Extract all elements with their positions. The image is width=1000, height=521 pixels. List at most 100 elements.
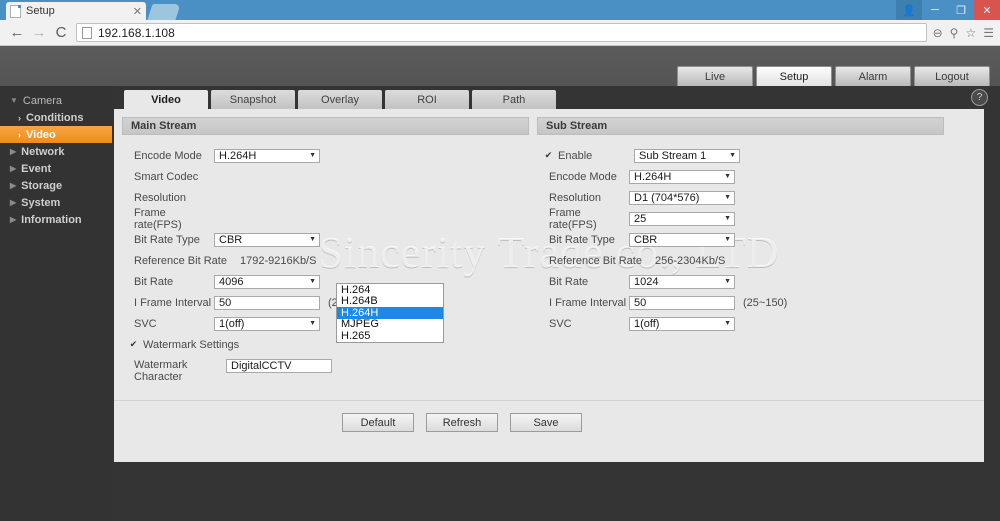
sidebar-item-video[interactable]: › Video xyxy=(0,126,112,143)
tab-roi[interactable]: ROI xyxy=(385,90,469,109)
page-icon xyxy=(82,26,92,39)
tab-title: Setup xyxy=(26,5,55,17)
sidebar-item-network[interactable]: ▶ Network xyxy=(0,143,112,160)
row-svc-main: SVC 1(off) xyxy=(122,313,529,334)
watermark-character-input[interactable]: DigitalCCTV xyxy=(226,359,332,373)
help-icon[interactable]: ? xyxy=(971,89,988,106)
reload-icon[interactable]: C xyxy=(50,24,72,41)
chevron-right-icon: ▶ xyxy=(10,198,17,207)
sub-encode-mode-label: Encode Mode xyxy=(549,170,617,183)
tab-snapshot[interactable]: Snapshot xyxy=(211,90,295,109)
browser-tab[interactable]: Setup ✕ xyxy=(6,2,146,20)
dropdown-option-h264b[interactable]: H.264B xyxy=(337,295,443,307)
nav-tab-live[interactable]: Live xyxy=(677,66,753,86)
nav-tab-alarm[interactable]: Alarm xyxy=(835,66,911,86)
bit-rate-type-select[interactable]: CBR xyxy=(214,232,320,247)
sidebar-item-label: Storage xyxy=(21,179,63,192)
bit-rate-label: Bit Rate xyxy=(134,275,174,288)
sub-reference-bit-rate-label: Reference Bit Rate xyxy=(549,254,642,267)
sub-svc-select[interactable]: 1(off) xyxy=(629,316,735,331)
row-bit-rate-sub: Bit Rate 1024 xyxy=(537,271,944,292)
row-reference-bit-rate-sub: Reference Bit Rate 256-2304Kb/S xyxy=(537,250,944,271)
row-enable-sub: ✔ Enable Sub Stream 1 xyxy=(537,145,944,166)
row-i-frame-main: I Frame Interval 50 (25~150) xyxy=(122,292,529,313)
sub-stream-select[interactable]: Sub Stream 1 xyxy=(634,148,740,163)
sub-bit-rate-select[interactable]: 1024 xyxy=(629,274,735,289)
sidebar-item-system[interactable]: ▶ System xyxy=(0,194,112,211)
row-frame-rate-main: Frame rate(FPS) xyxy=(122,206,529,231)
tab-overlay[interactable]: Overlay xyxy=(298,90,382,109)
watermark-settings-label: Watermark Settings xyxy=(143,338,240,351)
reference-bit-rate-label: Reference Bit Rate xyxy=(134,254,227,267)
sub-bit-rate-type-select[interactable]: CBR xyxy=(629,232,735,247)
sub-encode-mode-select[interactable]: H.264H xyxy=(629,169,735,184)
window-close-icon[interactable]: ✕ xyxy=(974,0,1000,20)
window-controls: 👤 ─ ❐ ✕ xyxy=(896,0,1000,20)
save-button[interactable]: Save xyxy=(510,413,582,432)
sidebar-item-conditions[interactable]: › Conditions xyxy=(0,109,112,126)
row-reference-bit-rate-main: Reference Bit Rate 1792-9216Kb/S xyxy=(122,250,529,271)
dropdown-option-h265[interactable]: H.265 xyxy=(337,330,443,342)
sidebar: ▼ Camera › Conditions › Video ▶ Network … xyxy=(0,86,112,521)
url-text: 192.168.1.108 xyxy=(98,25,175,40)
minimize-icon[interactable]: ─ xyxy=(922,0,948,20)
row-bit-rate-type-sub: Bit Rate Type CBR xyxy=(537,229,944,250)
back-icon[interactable]: ← xyxy=(6,24,28,41)
dropdown-option-mjpeg[interactable]: MJPEG xyxy=(337,318,443,330)
sub-stream-enable-label: Enable xyxy=(558,149,593,162)
user-icon[interactable]: 👤 xyxy=(896,0,922,20)
default-button[interactable]: Default xyxy=(342,413,414,432)
close-icon[interactable]: ✕ xyxy=(133,5,142,18)
sub-stream-enable-checkbox[interactable]: ✔ xyxy=(543,150,554,161)
resolution-label: Resolution xyxy=(134,191,186,204)
maximize-icon[interactable]: ❐ xyxy=(948,0,974,20)
row-bit-rate-type-main: Bit Rate Type CBR xyxy=(122,229,529,250)
nav-tab-logout[interactable]: Logout xyxy=(914,66,990,86)
chevron-right-icon: ▶ xyxy=(10,147,17,156)
watermark-character-label-line2: Character xyxy=(134,371,183,383)
sub-resolution-label: Resolution xyxy=(549,191,601,204)
tab-path[interactable]: Path xyxy=(472,90,556,109)
main-stream-column: Main Stream Encode Mode H.264H Smart Cod… xyxy=(114,117,529,385)
encode-mode-select[interactable]: H.264H xyxy=(214,148,320,163)
watermark-settings-checkbox[interactable]: ✔ xyxy=(128,339,139,350)
address-bar[interactable]: 192.168.1.108 xyxy=(76,23,927,42)
new-tab-button[interactable] xyxy=(147,4,181,20)
svc-label: SVC xyxy=(134,317,157,330)
row-resolution-sub: Resolution D1 (704*576) xyxy=(537,187,944,208)
menu-icon[interactable]: ☰ xyxy=(983,26,994,40)
wrench-icon[interactable]: ⚲ xyxy=(950,26,959,40)
sub-i-frame-interval-input[interactable]: 50 xyxy=(629,295,735,310)
video-settings-panel: Sincerity Trade co., LTD Main Stream Enc… xyxy=(114,109,984,462)
bit-rate-type-label: Bit Rate Type xyxy=(134,233,200,246)
chevron-down-icon: ▼ xyxy=(10,96,18,105)
zoom-icon[interactable]: ⊖ xyxy=(933,26,943,40)
sub-reference-bit-rate-value: 256-2304Kb/S xyxy=(655,254,726,267)
sub-frame-rate-select[interactable]: 25 xyxy=(629,211,735,226)
dropdown-option-h264h[interactable]: H.264H xyxy=(337,307,443,319)
sidebar-item-information[interactable]: ▶ Information xyxy=(0,211,112,228)
sidebar-item-storage[interactable]: ▶ Storage xyxy=(0,177,112,194)
i-frame-interval-label: I Frame Interval xyxy=(134,296,212,309)
sub-stream-header: Sub Stream xyxy=(537,117,944,135)
row-watermark-settings: ✔ Watermark Settings xyxy=(122,334,529,355)
i-frame-interval-input[interactable]: 50 xyxy=(214,295,320,310)
sidebar-item-event[interactable]: ▶ Event xyxy=(0,160,112,177)
sub-svc-label: SVC xyxy=(549,317,572,330)
refresh-button[interactable]: Refresh xyxy=(426,413,498,432)
sidebar-item-camera[interactable]: ▼ Camera xyxy=(0,92,112,109)
encode-mode-dropdown[interactable]: H.264 H.264B H.264H MJPEG H.265 xyxy=(336,283,444,343)
sub-resolution-select[interactable]: D1 (704*576) xyxy=(629,190,735,205)
star-icon[interactable]: ☆ xyxy=(965,26,976,40)
bit-rate-select[interactable]: 4096 xyxy=(214,274,320,289)
nav-tab-setup[interactable]: Setup xyxy=(756,66,832,86)
chevron-right-icon: ▶ xyxy=(10,164,17,173)
chevron-right-icon: ▶ xyxy=(10,181,17,190)
row-i-frame-sub: I Frame Interval 50 (25~150) xyxy=(537,292,944,313)
svc-select[interactable]: 1(off) xyxy=(214,316,320,331)
tab-video[interactable]: Video xyxy=(124,90,208,109)
frame-rate-label: Frame rate(FPS) xyxy=(134,206,182,231)
sub-bit-rate-label: Bit Rate xyxy=(549,275,589,288)
dropdown-option-h264[interactable]: H.264 xyxy=(337,284,443,296)
forward-icon[interactable]: → xyxy=(28,24,50,41)
